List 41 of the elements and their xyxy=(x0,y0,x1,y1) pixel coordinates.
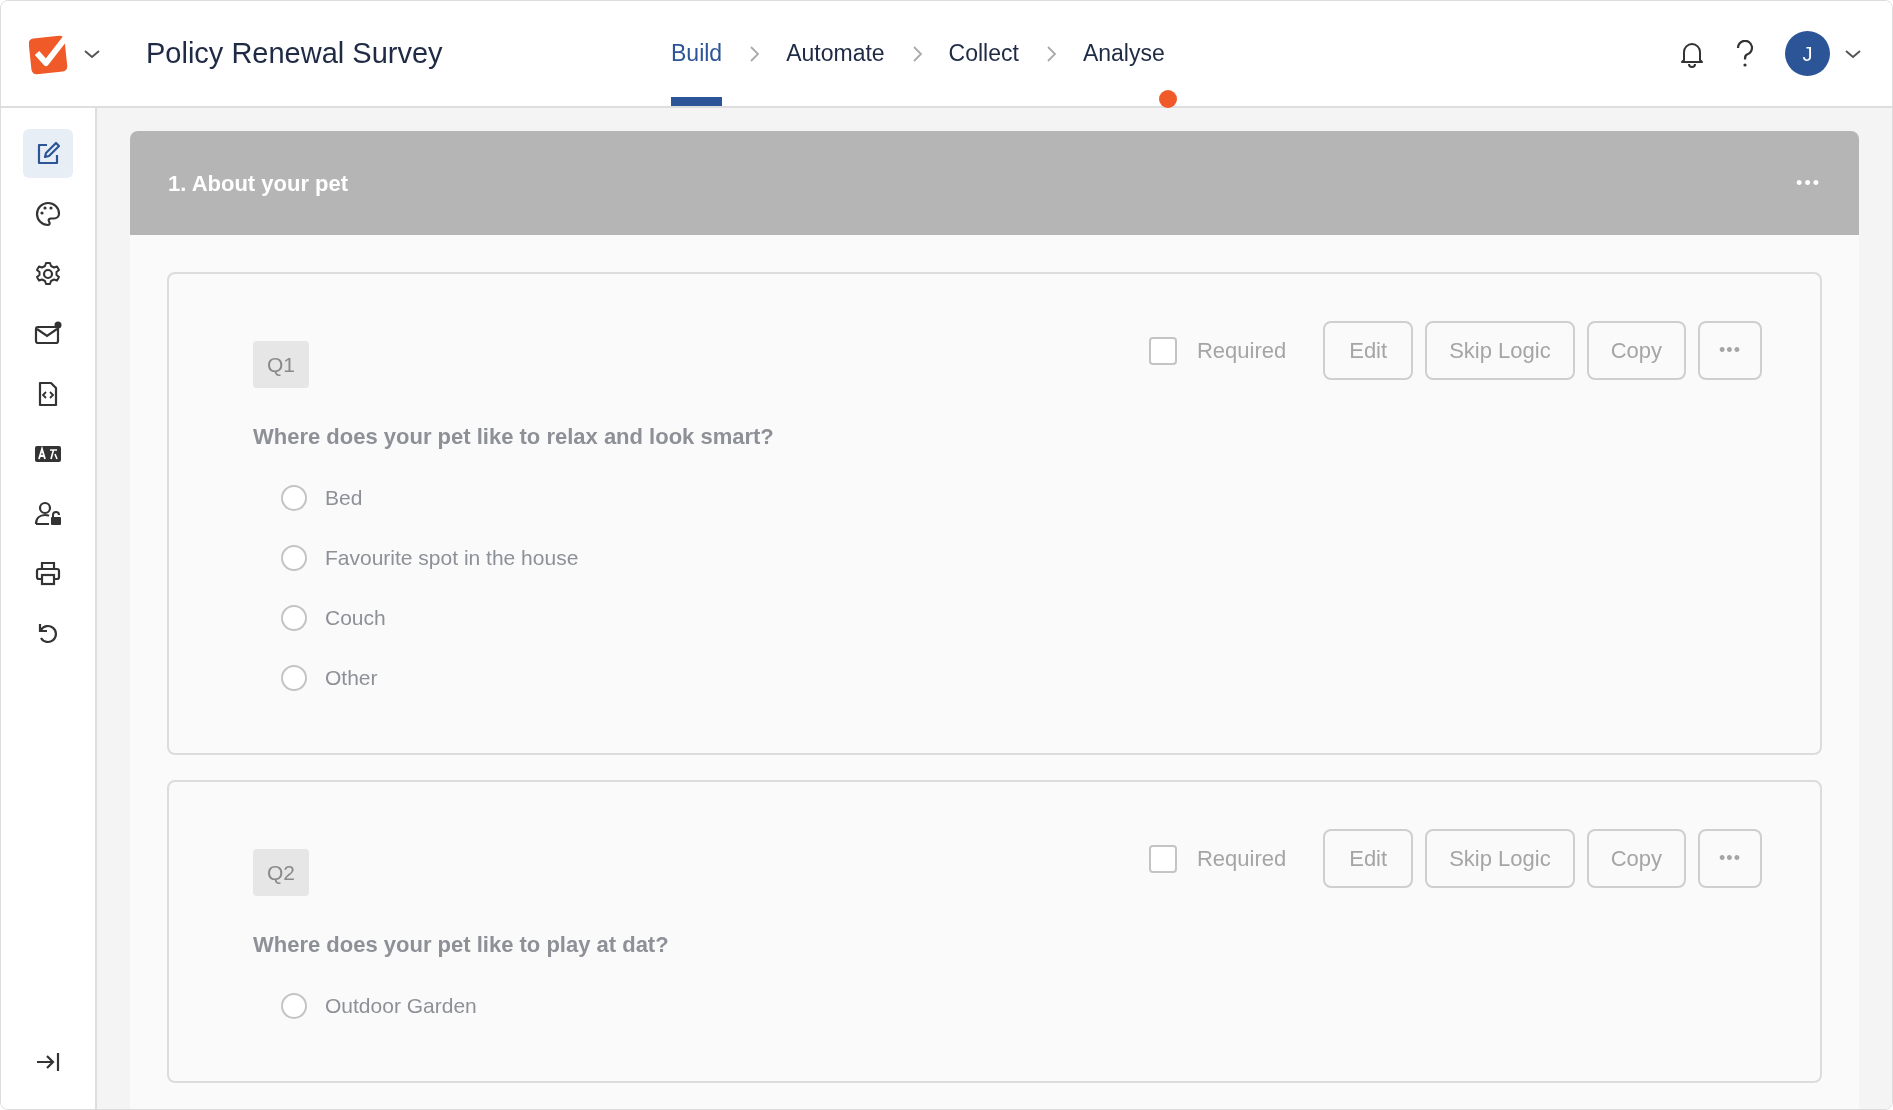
copy-button[interactable]: Copy xyxy=(1586,829,1686,888)
option-label: Outdoor Garden xyxy=(325,993,477,1020)
skip-logic-button[interactable]: Skip Logic xyxy=(1425,321,1575,380)
radio-button[interactable] xyxy=(281,485,307,511)
question-number: Q2 xyxy=(253,849,309,896)
step-tab[interactable]: Analyse xyxy=(1082,1,1165,106)
chevron-right-icon xyxy=(910,44,923,63)
required-label: Required xyxy=(1196,337,1287,365)
more-button[interactable]: ••• xyxy=(1698,829,1762,888)
option-label: Couch xyxy=(325,605,386,632)
chevron-right-icon xyxy=(1044,44,1057,63)
radio-button[interactable] xyxy=(281,545,307,571)
expand-sidebar-icon[interactable] xyxy=(35,1051,61,1073)
radio-button[interactable] xyxy=(281,605,307,631)
more-button[interactable]: ••• xyxy=(1698,321,1762,380)
step-tab[interactable]: Collect xyxy=(948,1,1019,106)
page-title: 1. About your pet xyxy=(168,169,349,198)
required-label: Required xyxy=(1196,845,1287,873)
more-button[interactable]: ••• xyxy=(1796,169,1821,197)
chevron-down-icon[interactable] xyxy=(1844,48,1862,59)
edit-button[interactable]: Edit xyxy=(1323,321,1414,380)
help-icon[interactable] xyxy=(1735,39,1755,68)
chevron-right-icon xyxy=(748,44,761,63)
skip-logic-button[interactable]: Skip Logic xyxy=(1425,829,1575,888)
edit-icon[interactable] xyxy=(23,129,73,178)
option-label: Favourite spot in the house xyxy=(325,545,579,572)
option-label: Other xyxy=(325,665,378,692)
question-text: Where does your pet like to relax and look smart? xyxy=(253,423,775,451)
user-avatar[interactable]: J xyxy=(1785,31,1830,76)
required-checkbox[interactable] xyxy=(1148,336,1177,365)
chevron-down-icon[interactable] xyxy=(83,48,101,59)
option-label: Bed xyxy=(325,485,363,512)
radio-button[interactable] xyxy=(281,993,307,1019)
survey-title: Policy Renewal Survey xyxy=(146,35,444,71)
question-text: Where does your pet like to play at dat? xyxy=(253,931,670,959)
required-checkbox[interactable] xyxy=(1148,844,1177,873)
copy-button[interactable]: Copy xyxy=(1586,321,1686,380)
radio-button[interactable] xyxy=(281,665,307,691)
step-tab[interactable]: Automate xyxy=(786,1,885,106)
edit-button[interactable]: Edit xyxy=(1323,829,1414,888)
question-number: Q1 xyxy=(253,341,309,388)
